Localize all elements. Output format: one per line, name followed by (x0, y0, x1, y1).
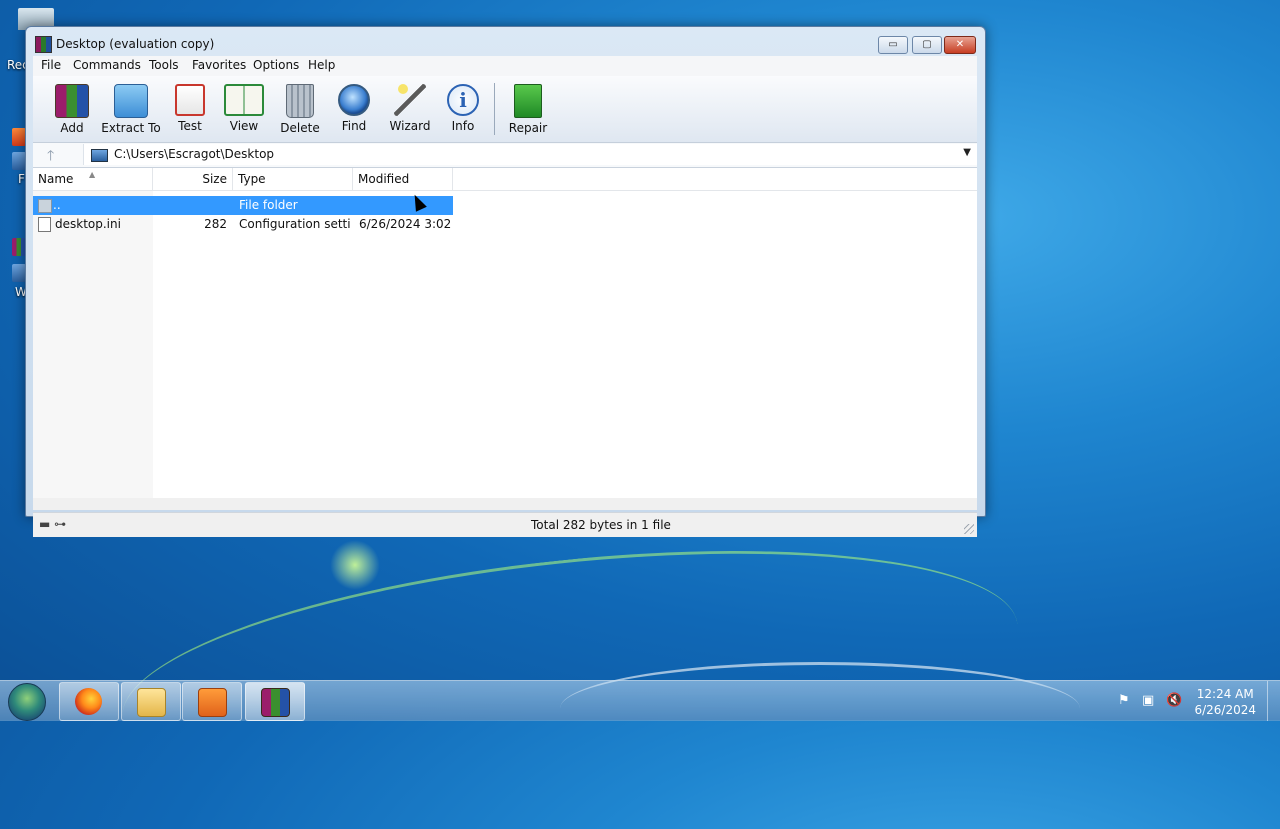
taskbar-media-player[interactable] (182, 682, 242, 721)
status-bar: ▬ ⊶ Total 282 bytes in 1 file (33, 512, 977, 537)
delete-button[interactable]: Delete (275, 80, 325, 138)
extract-folder-icon (114, 84, 148, 118)
info-button[interactable]: i Info (441, 80, 485, 138)
shortcut-desktop-icon[interactable] (12, 152, 26, 170)
repair-button[interactable]: Repair (503, 80, 553, 138)
add-button[interactable]: Add (47, 80, 97, 138)
close-button[interactable]: ✕ (944, 36, 976, 54)
title-bar[interactable]: Desktop (evaluation copy) ▭ ▢ ✕ (26, 27, 985, 57)
winrar-app-icon[interactable] (35, 36, 52, 53)
row-name: desktop.ini (55, 217, 121, 231)
test-button[interactable]: Test (166, 80, 214, 138)
maximize-button[interactable]: ▢ (912, 36, 942, 54)
toolbar: Add Extract To Test View Delete Find Wiz… (33, 76, 977, 143)
parent-folder-icon (38, 199, 52, 213)
file-explorer-icon (137, 688, 166, 717)
path-field[interactable]: C:\Users\Escragot\Desktop ▼ (83, 144, 977, 165)
row-type: File folder (239, 198, 298, 212)
menu-help[interactable]: Help (308, 58, 335, 72)
window-client-area: File Commands Tools Favorites Options He… (33, 56, 977, 537)
magnifier-icon (338, 84, 370, 116)
table-row[interactable]: .. File folder (33, 196, 453, 215)
media-player-icon (198, 688, 227, 717)
menu-tools[interactable]: Tools (149, 58, 179, 72)
winrar-window[interactable]: Desktop (evaluation copy) ▭ ▢ ✕ File Com… (25, 26, 986, 537)
repair-label: Repair (508, 121, 548, 135)
wallpaper-glow (330, 540, 380, 590)
window-title: Desktop (evaluation copy) (56, 37, 215, 51)
path-dropdown-icon[interactable]: ▼ (963, 147, 971, 158)
column-header: ▲ Name Size Type Modified (33, 168, 977, 191)
system-tray: ⚑ ▣ 🔇 12:24 AM 6/26/2024 (1110, 681, 1280, 721)
winrar-desktop-icon[interactable] (12, 238, 26, 256)
current-path: C:\Users\Escragot\Desktop (114, 147, 275, 161)
shortcut-desktop-icon[interactable] (12, 264, 26, 282)
menu-file[interactable]: File (41, 58, 61, 72)
taskbar-winrar[interactable] (245, 682, 305, 721)
repair-kit-icon (514, 84, 542, 118)
winrar-icon (261, 688, 290, 717)
find-label: Find (341, 119, 367, 133)
test-clipboard-icon (175, 84, 205, 116)
trash-can-icon (286, 84, 314, 118)
row-size: 282 (204, 217, 227, 231)
view-button[interactable]: View (220, 80, 268, 138)
config-file-icon (38, 217, 51, 232)
info-icon: i (447, 84, 479, 116)
wizard-label: Wizard (389, 119, 431, 133)
network-icon[interactable]: ▣ (1142, 693, 1154, 708)
extract-to-label: Extract To (101, 121, 161, 135)
extract-to-button[interactable]: Extract To (101, 80, 161, 138)
info-label: Info (451, 119, 475, 133)
menu-options[interactable]: Options (253, 58, 299, 72)
taskbar-file-explorer[interactable] (121, 682, 181, 721)
clock-date: 6/26/2024 (1194, 703, 1256, 717)
test-label: Test (178, 119, 202, 133)
column-type[interactable]: Type (233, 168, 353, 190)
menu-commands[interactable]: Commands (73, 58, 141, 72)
delete-label: Delete (280, 121, 320, 135)
find-button[interactable]: Find (332, 80, 376, 138)
clock[interactable]: 12:24 AM 6/26/2024 (1194, 686, 1256, 718)
volume-muted-icon[interactable]: 🔇 (1166, 693, 1182, 708)
file-list[interactable]: ▲ Name Size Type Modified .. File folder… (33, 168, 977, 498)
row-name: .. (53, 198, 61, 212)
column-name[interactable]: ▲ Name (33, 168, 153, 190)
table-row[interactable]: desktop.ini 282 Configuration setti... 6… (33, 215, 453, 234)
add-archive-icon (55, 84, 89, 118)
status-drive-key-icon[interactable]: ▬ ⊶ (39, 517, 66, 531)
taskbar: ⚑ ▣ 🔇 12:24 AM 6/26/2024 (0, 680, 1280, 721)
magic-wand-icon (394, 84, 426, 116)
minimize-button[interactable]: ▭ (878, 36, 908, 54)
view-label: View (229, 119, 259, 133)
column-name-label: Name (38, 172, 74, 186)
column-modified[interactable]: Modified (353, 168, 453, 190)
up-folder-icon[interactable]: 🡑 (47, 145, 54, 169)
toolbar-separator (494, 83, 495, 135)
wizard-button[interactable]: Wizard (384, 80, 436, 138)
firefox-icon (75, 688, 102, 715)
row-type: Configuration setti... (239, 217, 351, 231)
resize-grip[interactable] (964, 524, 974, 534)
status-text: Total 282 bytes in 1 file (531, 518, 671, 532)
action-center-flag-icon[interactable]: ⚑ (1118, 693, 1130, 708)
add-label: Add (60, 121, 84, 135)
column-size[interactable]: Size (153, 168, 233, 190)
menu-bar: File Commands Tools Favorites Options He… (33, 56, 977, 76)
taskbar-firefox[interactable] (59, 682, 119, 721)
show-desktop-button[interactable] (1267, 681, 1280, 721)
menu-favorites[interactable]: Favorites (192, 58, 246, 72)
firefox-desktop-icon[interactable] (12, 128, 26, 146)
sort-caret-icon: ▲ (89, 170, 96, 179)
clock-time: 12:24 AM (1196, 687, 1254, 701)
start-button[interactable] (8, 683, 46, 721)
row-modified: 6/26/2024 3:02 ... (359, 217, 451, 231)
view-book-icon (224, 84, 264, 116)
address-bar: 🡑 C:\Users\Escragot\Desktop ▼ (33, 143, 977, 168)
drive-icon (91, 149, 108, 162)
